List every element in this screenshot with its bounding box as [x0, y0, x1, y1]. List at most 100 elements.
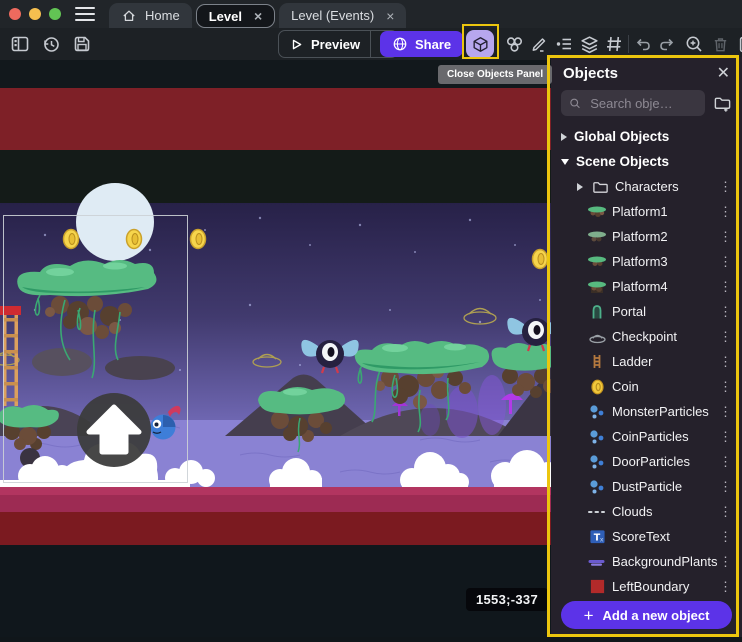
kebab-menu-icon[interactable]: ⋮	[719, 504, 732, 520]
particles-icon	[587, 403, 607, 421]
kebab-menu-icon[interactable]: ⋮	[719, 579, 732, 595]
window-controls	[9, 8, 61, 20]
project-manager-icon[interactable]	[8, 32, 32, 56]
plus-icon: +	[584, 607, 594, 624]
add-folder-icon[interactable]	[713, 94, 732, 113]
svg-text:x: x	[599, 537, 603, 544]
jump-arrow-control-object[interactable]	[77, 393, 151, 467]
kebab-menu-icon[interactable]: ⋮	[719, 479, 732, 495]
platform-thumbnail-icon	[587, 203, 607, 221]
object-row-platform4[interactable]: Platform4 ⋮	[551, 274, 742, 299]
object-row-leftboundary[interactable]: LeftBoundary ⋮	[551, 574, 742, 597]
kebab-menu-icon[interactable]: ⋮	[719, 179, 732, 195]
zoom-in-icon[interactable]	[682, 32, 706, 56]
minimize-window-button[interactable]	[29, 8, 41, 20]
save-icon[interactable]	[70, 32, 94, 56]
close-tab-icon[interactable]: ×	[254, 9, 262, 23]
object-row-backgroundplants[interactable]: BackgroundPlants ⋮	[551, 549, 742, 574]
object-row-coin[interactable]: Coin ⋮	[551, 374, 742, 399]
instances-list-icon[interactable]	[552, 32, 576, 56]
object-row-scoretext[interactable]: Tx ScoreText ⋮	[551, 524, 742, 549]
object-row-dustparticle[interactable]: DustParticle ⋮	[551, 474, 742, 499]
kebab-menu-icon[interactable]: ⋮	[719, 379, 732, 395]
close-window-button[interactable]	[9, 8, 21, 20]
history-clock-icon[interactable]	[39, 32, 63, 56]
object-row-ladder[interactable]: Ladder ⋮	[551, 349, 742, 374]
add-new-object-button[interactable]: + Add a new object	[561, 601, 732, 629]
object-row-monsterparticles[interactable]: MonsterParticles ⋮	[551, 399, 742, 424]
trash-icon[interactable]	[708, 32, 732, 56]
hamburger-menu-icon[interactable]	[75, 7, 95, 21]
close-panel-icon[interactable]: ✕	[717, 66, 730, 82]
kebab-menu-icon[interactable]: ⋮	[719, 404, 732, 420]
maximize-window-button[interactable]	[49, 8, 61, 20]
tab-label: Home	[145, 8, 180, 23]
kebab-menu-icon[interactable]: ⋮	[719, 229, 732, 245]
red-square-icon	[587, 578, 607, 596]
platform-thumbnail-icon	[587, 278, 607, 296]
home-icon	[121, 8, 137, 24]
objects-tree: Global Objects Scene Objects Characters …	[551, 122, 742, 597]
tab-level-events[interactable]: Level (Events) ×	[279, 3, 406, 28]
object-row-platform3[interactable]: Platform3 ⋮	[551, 249, 742, 274]
undo-icon[interactable]	[631, 32, 655, 56]
kebab-menu-icon[interactable]: ⋮	[719, 429, 732, 445]
grid-icon[interactable]	[602, 32, 626, 56]
top-red-boundary-band[interactable]	[0, 88, 552, 150]
tab-label: Level	[209, 9, 242, 24]
object-groups-icon[interactable]	[502, 32, 526, 56]
kebab-menu-icon[interactable]: ⋮	[719, 354, 732, 370]
kebab-menu-icon[interactable]: ⋮	[719, 529, 732, 545]
section-global-objects[interactable]: Global Objects	[551, 124, 742, 149]
object-search-field[interactable]	[561, 90, 705, 116]
preview-label: Preview	[311, 37, 360, 52]
kebab-menu-icon[interactable]: ⋮	[719, 279, 732, 295]
search-input[interactable]	[588, 95, 697, 112]
particles-icon	[587, 453, 607, 471]
coin-icon	[587, 378, 607, 396]
object-row-platform2[interactable]: Platform2 ⋮	[551, 224, 742, 249]
particles-icon	[587, 478, 607, 496]
platform-thumbnail-icon	[587, 228, 607, 246]
ufo-outline-icon	[587, 328, 607, 346]
search-icon	[569, 96, 581, 111]
toolbar-divider	[628, 35, 629, 53]
kebab-menu-icon[interactable]: ⋮	[719, 254, 732, 270]
scene-editor-canvas[interactable]	[0, 60, 552, 637]
chevron-down-icon	[561, 159, 569, 165]
object-row-checkpoint[interactable]: Checkpoint ⋮	[551, 324, 742, 349]
section-scene-objects[interactable]: Scene Objects	[551, 149, 742, 174]
moon-object[interactable]	[76, 183, 154, 261]
kebab-menu-icon[interactable]: ⋮	[719, 454, 732, 470]
kebab-menu-icon[interactable]: ⋮	[719, 204, 732, 220]
chevron-right-icon	[561, 133, 567, 141]
objects-panel-toggle-cube-icon[interactable]	[466, 30, 494, 58]
editor-toolbar: Preview Share	[0, 28, 742, 60]
bottom-red-boundary-band[interactable]	[0, 512, 552, 545]
share-label: Share	[415, 37, 451, 52]
redo-icon[interactable]	[655, 32, 679, 56]
close-tab-icon[interactable]: ×	[386, 9, 394, 23]
object-row-doorparticles[interactable]: DoorParticles ⋮	[551, 449, 742, 474]
share-button[interactable]: Share	[380, 31, 463, 57]
object-row-characters-folder[interactable]: Characters ⋮	[551, 174, 742, 199]
preview-button[interactable]: Preview	[279, 37, 370, 52]
edit-pencil-icon[interactable]	[527, 32, 551, 56]
kebab-menu-icon[interactable]: ⋮	[719, 329, 732, 345]
tab-home[interactable]: Home	[109, 3, 192, 28]
particles-icon	[587, 428, 607, 446]
tab-level[interactable]: Level ×	[196, 4, 275, 28]
chevron-right-icon	[577, 183, 583, 191]
portal-arch-icon	[587, 303, 607, 321]
text-object-icon: Tx	[587, 528, 607, 546]
object-row-portal[interactable]: Portal ⋮	[551, 299, 742, 324]
scene-properties-icon[interactable]	[736, 32, 742, 56]
kebab-menu-icon[interactable]: ⋮	[719, 554, 732, 570]
object-row-clouds[interactable]: Clouds ⋮	[551, 499, 742, 524]
layers-icon[interactable]	[577, 32, 601, 56]
kebab-menu-icon[interactable]: ⋮	[719, 304, 732, 320]
tooltip-close-objects-panel: Close Objects Panel	[438, 65, 552, 84]
object-row-platform1[interactable]: Platform1 ⋮	[551, 199, 742, 224]
object-row-coinparticles[interactable]: CoinParticles ⋮	[551, 424, 742, 449]
platform-thumbnail-icon	[587, 253, 607, 271]
